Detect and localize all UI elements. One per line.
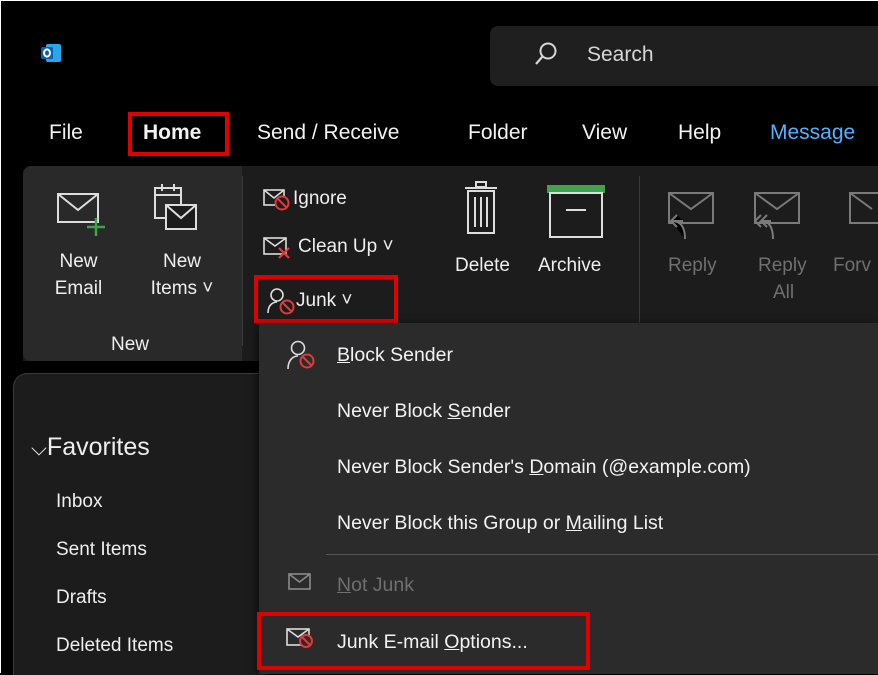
new-items-label-line2: Items ˅ — [150, 278, 214, 299]
tab-message[interactable]: Message — [770, 121, 855, 145]
junk-options-highlight — [257, 612, 590, 670]
ignore-label: Ignore — [293, 188, 347, 209]
ribbon-separator-2 — [639, 176, 640, 326]
new-email-icon — [57, 193, 105, 236]
nav-item-deleted-items[interactable]: Deleted Items — [56, 635, 173, 657]
new-email-label-line2: Email — [54, 278, 103, 299]
nav-item-drafts[interactable]: Drafts — [56, 587, 107, 609]
group-new-label: New — [111, 334, 150, 355]
tab-view[interactable]: View — [582, 121, 627, 145]
clean-up-icon — [263, 237, 290, 259]
tab-folder[interactable]: Folder — [468, 121, 528, 145]
reply-all-button[interactable]: Reply All — [743, 181, 815, 321]
menu-item-not-junk[interactable]: Not Junk — [337, 574, 414, 597]
clean-up-label: Clean Up ˅ — [298, 236, 394, 257]
ignore-button[interactable]: Ignore — [263, 185, 393, 217]
reply-button[interactable]: Reply — [661, 181, 733, 321]
forward-icon — [849, 192, 878, 224]
tab-file[interactable]: File — [49, 121, 83, 145]
new-email-label-line1: New — [59, 251, 98, 272]
forward-label: Forv — [833, 255, 871, 276]
not-junk-icon — [288, 573, 311, 590]
menu-item-never-block-sender[interactable]: Never Block Sender — [337, 400, 510, 423]
archive-button[interactable]: Archive — [537, 179, 627, 319]
new-email-button[interactable]: New Email — [51, 181, 133, 326]
search-placeholder: Search — [587, 43, 654, 66]
menu-item-never-block-domain[interactable]: Never Block Sender's Domain (@example.co… — [337, 456, 751, 479]
menu-item-never-block-group[interactable]: Never Block this Group or Mailing List — [337, 512, 663, 535]
tab-send-receive[interactable]: Send / Receive — [257, 121, 399, 145]
forward-button[interactable]: Forv — [833, 181, 878, 321]
search-box[interactable]: Search — [490, 26, 878, 86]
menu-item-block-sender[interactable]: Block Sender — [337, 344, 453, 367]
outlook-logo-icon — [40, 42, 62, 64]
menu-separator — [326, 554, 878, 555]
ignore-icon — [263, 189, 290, 211]
nav-item-inbox[interactable]: Inbox — [56, 491, 102, 513]
search-icon — [534, 41, 558, 72]
junk-highlight — [254, 275, 398, 323]
favorites-label: Favorites — [46, 433, 150, 461]
delete-icon — [465, 181, 497, 234]
reply-icon — [668, 192, 714, 240]
block-sender-icon — [287, 340, 315, 370]
archive-icon — [547, 185, 605, 238]
tab-help[interactable]: Help — [678, 121, 721, 145]
reply-all-label-line2: All — [773, 282, 795, 303]
reply-all-icon — [754, 192, 800, 240]
clean-up-button[interactable]: Clean Up ˅ — [263, 233, 433, 265]
new-items-label-line1: New — [162, 251, 201, 272]
reply-all-label-line1: Reply — [758, 255, 807, 276]
ribbon-separator — [242, 176, 243, 346]
navigation-pane — [13, 373, 269, 675]
archive-label: Archive — [538, 255, 602, 276]
new-items-icon — [154, 184, 197, 230]
delete-button[interactable]: Delete — [453, 179, 525, 319]
new-items-button[interactable]: New Items ˅ — [146, 181, 228, 326]
home-highlight — [128, 112, 229, 156]
reply-label: Reply — [668, 255, 717, 276]
chevron-down-icon: ⌵ — [31, 437, 47, 460]
delete-label: Delete — [455, 255, 510, 276]
favorites-header[interactable]: ⌵Favorites — [31, 433, 150, 462]
nav-item-sent-items[interactable]: Sent Items — [56, 539, 147, 561]
